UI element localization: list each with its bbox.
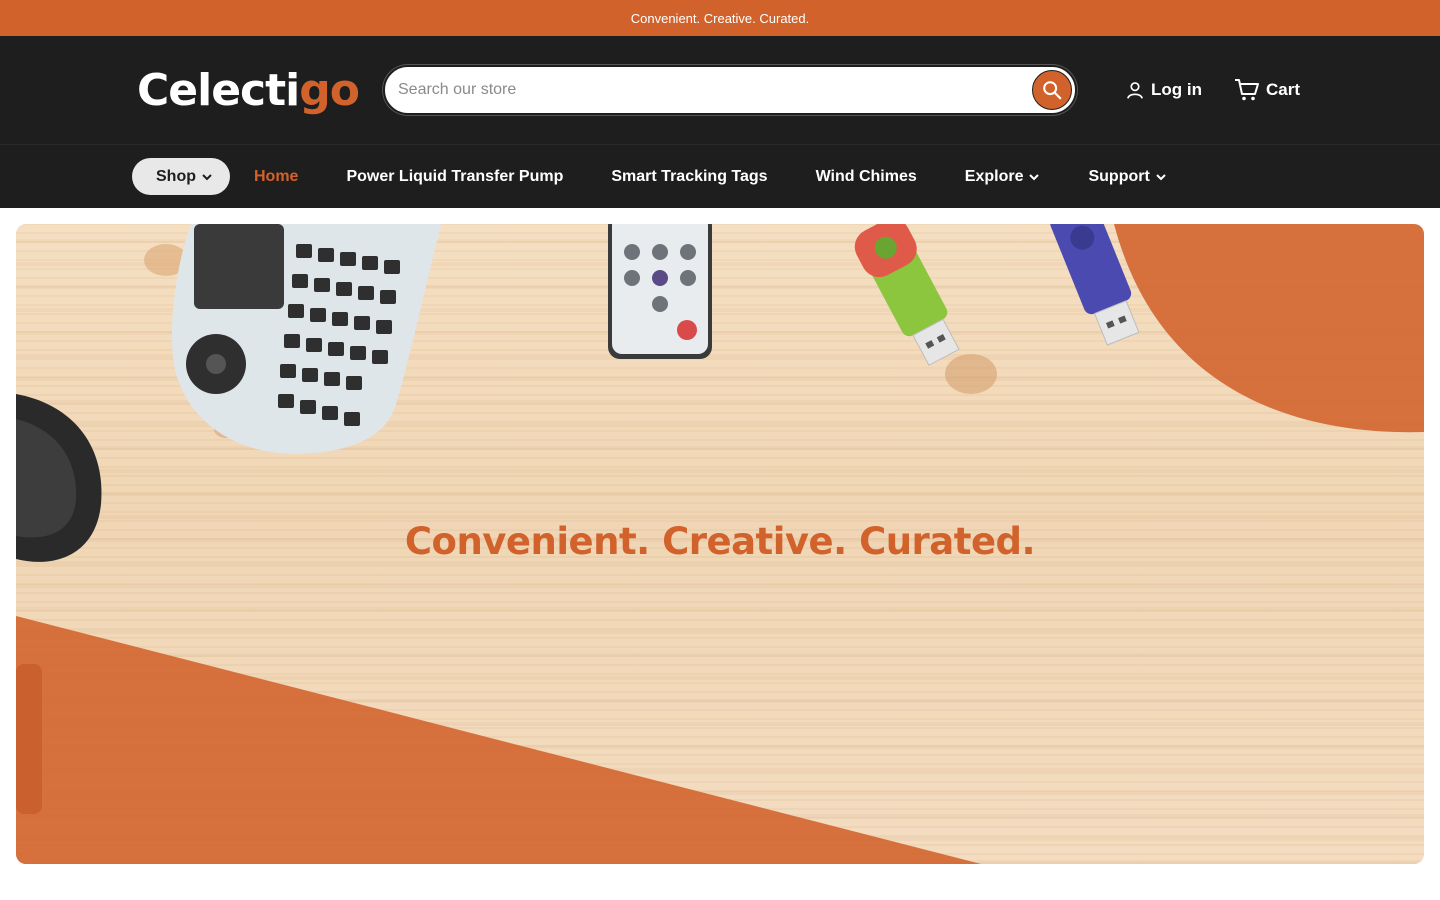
nav-home-label: Home bbox=[254, 167, 299, 185]
nav-tags-label: Smart Tracking Tags bbox=[611, 167, 768, 185]
nav-explore[interactable]: Explore bbox=[965, 168, 1041, 186]
nav-pump-label: Power Liquid Transfer Pump bbox=[346, 167, 564, 185]
chevron-down-icon bbox=[1156, 173, 1166, 180]
nav-home[interactable]: Home bbox=[254, 168, 298, 186]
user-icon bbox=[1127, 82, 1143, 99]
nav-support[interactable]: Support bbox=[1088, 168, 1166, 186]
cart-label: Cart bbox=[1265, 80, 1300, 99]
brand-logo[interactable]: Celectigo bbox=[137, 65, 383, 116]
nav-shop-button[interactable]: Shop bbox=[132, 158, 230, 195]
logo-text-main: Celecti bbox=[137, 64, 300, 116]
login-link[interactable]: Log in bbox=[1125, 80, 1202, 100]
search-input[interactable] bbox=[398, 81, 1032, 99]
login-label: Log in bbox=[1151, 80, 1202, 99]
cart-link[interactable]: Cart bbox=[1234, 78, 1300, 102]
nav-smart-tracking-tags[interactable]: Smart Tracking Tags bbox=[611, 168, 767, 186]
search-icon bbox=[1043, 81, 1062, 100]
nav-explore-label: Explore bbox=[964, 167, 1024, 185]
search-bar bbox=[383, 65, 1077, 115]
nav-shop-label: Shop bbox=[156, 167, 196, 185]
cart-icon bbox=[1234, 79, 1259, 101]
main-nav: Shop Home Power Liquid Transfer Pump Sma… bbox=[0, 144, 1440, 208]
announcement-text: Convenient. Creative. Curated. bbox=[630, 10, 810, 26]
announcement-bar: Convenient. Creative. Curated. bbox=[0, 0, 1440, 36]
search-button[interactable] bbox=[1032, 70, 1072, 110]
nav-wind-chimes[interactable]: Wind Chimes bbox=[816, 168, 917, 186]
logo-text-accent: go bbox=[299, 64, 360, 116]
chevron-down-icon bbox=[1029, 173, 1040, 180]
header-actions: Log in Cart bbox=[1125, 78, 1300, 102]
hero-title: Convenient. Creative. Curated. bbox=[404, 520, 1036, 563]
nav-chimes-label: Wind Chimes bbox=[815, 167, 917, 185]
site-header: Celectigo Log in Cart bbox=[0, 36, 1440, 144]
hero-banner: Convenient. Creative. Curated. bbox=[16, 224, 1424, 864]
nav-support-label: Support bbox=[1088, 167, 1150, 185]
nav-power-liquid-transfer-pump[interactable]: Power Liquid Transfer Pump bbox=[346, 168, 563, 186]
chevron-down-icon bbox=[202, 173, 212, 180]
